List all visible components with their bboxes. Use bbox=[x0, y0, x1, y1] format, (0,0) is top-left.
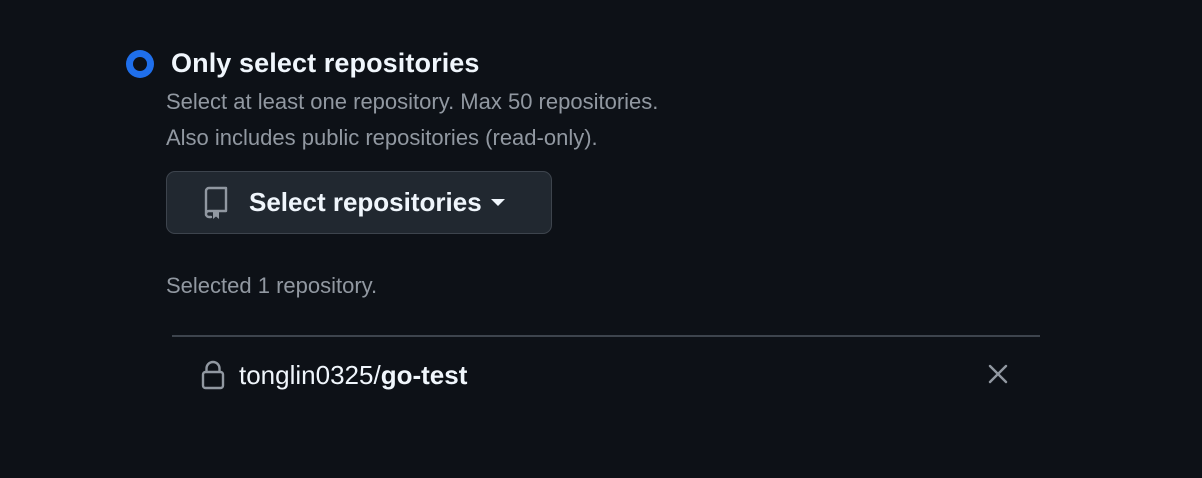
close-icon[interactable] bbox=[986, 362, 1010, 386]
repository-owner: tonglin0325 bbox=[239, 359, 374, 390]
radio-dot bbox=[133, 56, 147, 71]
lock-icon bbox=[200, 360, 226, 390]
only-select-repositories-option[interactable]: Only select repositories bbox=[126, 48, 480, 79]
option-description-line1: Select at least one repository. Max 50 r… bbox=[166, 89, 659, 114]
list-divider bbox=[172, 335, 1040, 337]
radio-button-selected[interactable] bbox=[126, 49, 154, 78]
repository-title: go-test bbox=[380, 359, 468, 390]
repo-icon bbox=[203, 186, 229, 220]
triangle-down-icon bbox=[490, 199, 505, 206]
repository-name: tonglin0325/go-test bbox=[239, 360, 467, 391]
repository-separator: / bbox=[373, 359, 381, 390]
select-repositories-label: Select repositories bbox=[249, 187, 482, 217]
selected-count-text: Selected 1 repository. bbox=[166, 273, 378, 298]
select-repositories-button[interactable]: Select repositories bbox=[166, 171, 552, 234]
radio-label[interactable]: Only select repositories bbox=[171, 48, 480, 79]
option-description-line2: Also includes public repositories (read-… bbox=[166, 125, 598, 150]
list-item: tonglin0325/go-test bbox=[200, 356, 1020, 394]
